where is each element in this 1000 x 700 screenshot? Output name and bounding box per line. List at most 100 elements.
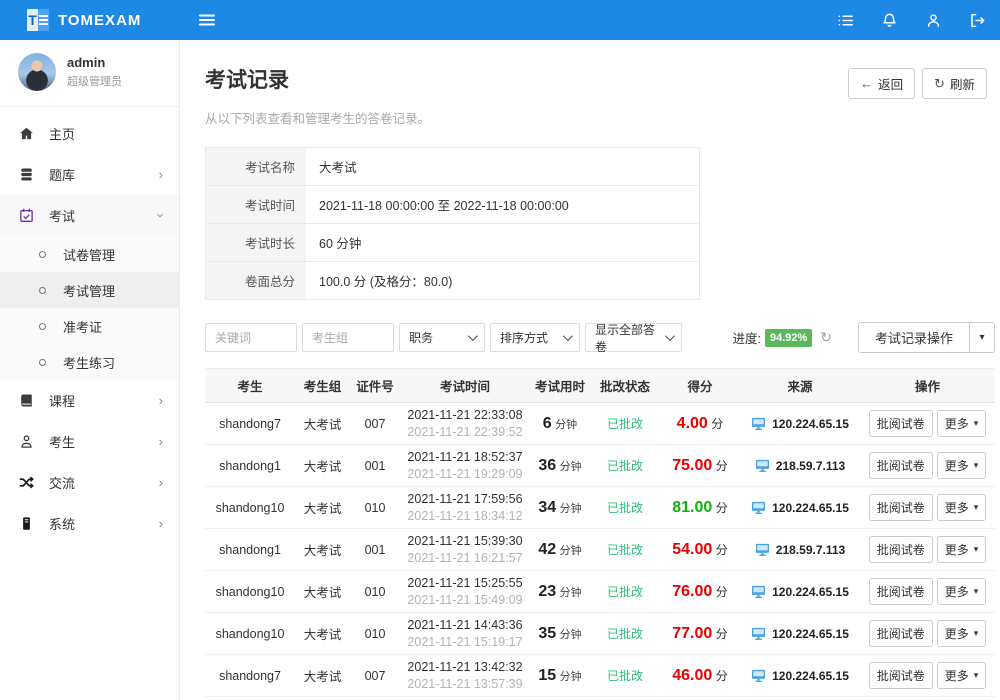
sidebar-subitem-2-3[interactable]: 考生练习 bbox=[0, 344, 179, 380]
review-paper-button[interactable]: 批阅试卷 bbox=[869, 452, 933, 479]
sidebar-item-5[interactable]: 交流 › bbox=[0, 462, 179, 503]
examinee-name: shandong1 bbox=[205, 459, 295, 473]
examinee-name: shandong10 bbox=[205, 627, 295, 641]
brand-logo[interactable]: T TOMEXAM bbox=[0, 9, 180, 31]
user-icon[interactable] bbox=[925, 12, 942, 29]
more-button[interactable]: 更多▾ bbox=[937, 662, 987, 689]
review-paper-button[interactable]: 批阅试卷 bbox=[869, 536, 933, 563]
refresh-icon: ↻ bbox=[934, 76, 945, 92]
filter-select-1[interactable]: 排序方式 bbox=[490, 323, 580, 352]
monitor-icon bbox=[751, 585, 766, 599]
exam-end-time: 2021-11-21 15:19:17 bbox=[400, 634, 530, 651]
sidebar-item-6[interactable]: 系统› bbox=[0, 503, 179, 544]
filter-select-2[interactable]: 显示全部答卷 bbox=[585, 323, 682, 352]
back-button[interactable]: ←返回 bbox=[848, 68, 915, 99]
examinee-name: shandong1 bbox=[205, 543, 295, 557]
review-paper-button[interactable]: 批阅试卷 bbox=[869, 410, 933, 437]
sidebar-subitem-2-2[interactable]: 准考证 bbox=[0, 308, 179, 344]
more-button[interactable]: 更多▾ bbox=[937, 578, 987, 605]
sidebar-item-2[interactable]: 考试› bbox=[0, 195, 179, 236]
circle-icon bbox=[39, 359, 46, 366]
info-label: 卷面总分 bbox=[206, 262, 306, 299]
more-button[interactable]: 更多▾ bbox=[937, 536, 987, 563]
examinee-group: 大考试 bbox=[295, 456, 350, 475]
keyword-input[interactable] bbox=[205, 323, 297, 352]
table-row: shandong7 大考试 007 2021-11-21 13:42:32 20… bbox=[205, 655, 995, 697]
exam-start-time: 2021-11-21 17:59:56 bbox=[400, 491, 530, 508]
score: 46.00 分 bbox=[660, 667, 740, 685]
cert-number: 007 bbox=[350, 417, 400, 431]
shuffle-icon bbox=[19, 475, 34, 490]
more-button[interactable]: 更多▾ bbox=[937, 410, 987, 437]
score: 76.00 分 bbox=[660, 583, 740, 601]
source: 120.224.65.15 bbox=[740, 501, 860, 515]
chevron-right-icon: › bbox=[159, 168, 163, 181]
monitor-icon bbox=[751, 501, 766, 515]
grading-status: 已批改 bbox=[590, 415, 660, 432]
logout-icon[interactable] bbox=[969, 12, 986, 29]
sidebar-item-label: 题库 bbox=[49, 165, 75, 184]
examinee-group: 大考试 bbox=[295, 498, 350, 517]
user-name: admin bbox=[67, 55, 122, 70]
chevron-down-icon bbox=[665, 331, 675, 341]
sidebar-subitem-2-1[interactable]: 考试管理 bbox=[0, 272, 179, 308]
review-paper-button[interactable]: 批阅试卷 bbox=[869, 578, 933, 605]
grading-status: 已批改 bbox=[590, 499, 660, 516]
progress-refresh-icon[interactable]: ↻ bbox=[820, 329, 832, 346]
brand-name: TOMEXAM bbox=[58, 12, 141, 29]
sidebar-subitem-2-0[interactable]: 试卷管理 bbox=[0, 236, 179, 272]
info-value: 2021-11-18 00:00:00 至 2022-11-18 00:00:0… bbox=[306, 186, 569, 223]
table-row: shandong10 大考试 010 2021-11-21 14:43:36 2… bbox=[205, 613, 995, 655]
sidebar-toggle-icon[interactable] bbox=[198, 11, 216, 29]
examinee-group-input[interactable] bbox=[302, 323, 394, 352]
source: 120.224.65.15 bbox=[740, 417, 860, 431]
sidebar-item-label: 课程 bbox=[49, 391, 75, 410]
review-paper-button[interactable]: 批阅试卷 bbox=[869, 494, 933, 521]
calendar-icon bbox=[19, 208, 34, 223]
exam-start-time: 2021-11-21 18:52:37 bbox=[400, 449, 530, 466]
more-button[interactable]: 更多▾ bbox=[937, 452, 987, 479]
source-ip: 120.224.65.15 bbox=[772, 627, 849, 641]
bell-icon[interactable] bbox=[881, 12, 898, 29]
sidebar: admin 超级管理员 主页题库›考试›试卷管理考试管理准考证考生练习课程›考生… bbox=[0, 40, 180, 700]
exam-record-actions-button[interactable]: 考试记录操作 bbox=[858, 322, 970, 353]
more-button[interactable]: 更多▾ bbox=[937, 494, 987, 521]
sidebar-item-0[interactable]: 主页 bbox=[0, 113, 179, 154]
filter-bar: 职务排序方式显示全部答卷 进度: 94.92% ↻ 考试记录操作 ▾ bbox=[205, 322, 995, 353]
exam-start-time: 2021-11-21 14:43:36 bbox=[400, 617, 530, 634]
select-value: 职务 bbox=[409, 329, 433, 346]
sidebar-item-label: 交流 bbox=[49, 473, 75, 492]
examinee-name: shandong7 bbox=[205, 669, 295, 683]
filter-select-0[interactable]: 职务 bbox=[399, 323, 485, 352]
examinee-group: 大考试 bbox=[295, 582, 350, 601]
more-button[interactable]: 更多▾ bbox=[937, 620, 987, 647]
exam-info-table: 考试名称大考试考试时间2021-11-18 00:00:00 至 2022-11… bbox=[205, 147, 700, 300]
refresh-button[interactable]: ↻刷新 bbox=[922, 68, 987, 99]
sidebar-subitem-label: 准考证 bbox=[63, 317, 102, 336]
info-label: 考试时长 bbox=[206, 224, 306, 261]
table-row: shandong1 大考试 001 2021-11-21 15:39:30 20… bbox=[205, 529, 995, 571]
sidebar-item-3[interactable]: 课程› bbox=[0, 380, 179, 421]
sidebar-item-1[interactable]: 题库 › bbox=[0, 154, 179, 195]
user-role: 超级管理员 bbox=[67, 73, 122, 89]
chevron-down-icon bbox=[563, 331, 573, 341]
circle-icon bbox=[39, 323, 46, 330]
examinee-group: 大考试 bbox=[295, 540, 350, 559]
sidebar-item-label: 主页 bbox=[49, 124, 75, 143]
table-row: shandong7 大考试 007 2021-11-21 22:33:08 20… bbox=[205, 403, 995, 445]
sidebar-item-4[interactable]: 考生› bbox=[0, 421, 179, 462]
score: 54.00 分 bbox=[660, 541, 740, 559]
exam-record-actions-caret[interactable]: ▾ bbox=[970, 322, 995, 353]
page-subtitle: 从以下列表查看和管理考生的答卷记录。 bbox=[205, 108, 430, 127]
list-icon[interactable] bbox=[837, 12, 854, 29]
review-paper-button[interactable]: 批阅试卷 bbox=[869, 662, 933, 689]
review-paper-button[interactable]: 批阅试卷 bbox=[869, 620, 933, 647]
exam-info-row: 考试时间2021-11-18 00:00:00 至 2022-11-18 00:… bbox=[206, 186, 699, 224]
avatar[interactable] bbox=[18, 53, 56, 91]
chevron-right-icon: › bbox=[159, 476, 163, 489]
cert-number: 010 bbox=[350, 627, 400, 641]
sidebar-menu: 主页题库 › 考试›试卷管理考试管理准考证考生练习课程›考生› 交流 › 系统› bbox=[0, 107, 179, 544]
exam-info-row: 考试名称大考试 bbox=[206, 148, 699, 186]
table-row: shandong10 大考试 010 2021-11-21 17:59:56 2… bbox=[205, 487, 995, 529]
book-icon bbox=[19, 393, 34, 408]
